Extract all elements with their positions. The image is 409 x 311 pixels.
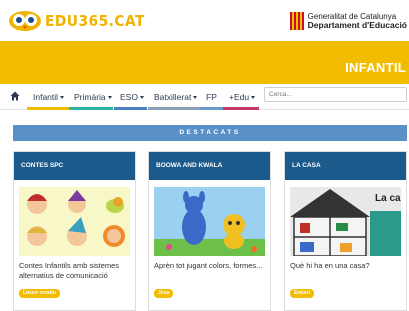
card-description: Contes Infantils amb sistemes alternatiu…: [19, 261, 120, 280]
logo-text: EDU365.CAT: [45, 12, 145, 30]
card-image-casa: La casa: [290, 187, 401, 256]
home-icon[interactable]: [10, 91, 20, 101]
card-description: Què hi ha en una casa?: [290, 261, 370, 270]
nav-item-primaria[interactable]: Primària: [69, 88, 113, 110]
card-boowa-kwala[interactable]: BOOWA AND KWALA Aprèn tot jugant colors,…: [148, 151, 271, 311]
chevron-down-icon: [193, 96, 198, 100]
top-bar: EDU365.CAT Generalitat de Catalunya Depa…: [0, 0, 409, 41]
nav-label-fp: FP: [206, 92, 217, 102]
nav-item-infantil[interactable]: Infantil: [27, 88, 69, 110]
card-title: BOOWA AND KWALA: [149, 152, 270, 180]
card-badge[interactable]: Joca: [154, 289, 174, 298]
chevron-down-icon: [251, 96, 256, 100]
edu365-logo[interactable]: EDU365.CAT: [8, 10, 154, 32]
card-image-boowa: [154, 187, 265, 256]
chevron-down-icon: [60, 96, 65, 100]
card-image-contes: [19, 187, 130, 256]
destacats-header: DESTACATS: [13, 125, 407, 141]
nav-label-eso: ESO: [120, 92, 138, 102]
owl-logo-icon: [9, 11, 41, 31]
card-title: LA CASA: [285, 152, 406, 180]
gencat-flag-icon: [289, 12, 304, 30]
nav-label-primaria: Primària: [74, 92, 106, 102]
nav-label-batxillerat: Batxillerat: [154, 92, 192, 102]
page: EDU365.CAT Generalitat de Catalunya Depa…: [0, 0, 409, 311]
nav-item-fp[interactable]: FP: [199, 88, 223, 110]
card-title: CONTES SPC: [14, 152, 135, 180]
gencat-logo[interactable]: Generalitat de Catalunya Departament d'E…: [289, 12, 407, 30]
gencat-line2: Departament d'Educació: [307, 20, 407, 30]
search-input[interactable]: [264, 87, 407, 102]
chevron-down-icon: [107, 96, 112, 100]
card-image-caption: La casa: [375, 193, 401, 204]
nav-label-infantil: Infantil: [33, 92, 59, 102]
card-la-casa[interactable]: LA CASA La casa Què hi ha en una casa? E…: [284, 151, 407, 311]
card-badge[interactable]: Lleure creatiu: [19, 289, 60, 298]
card-contes-spc[interactable]: CONTES SPC Contes Infantils amb sistemes…: [13, 151, 136, 311]
nav-item-edu[interactable]: +Edu: [223, 88, 259, 110]
chevron-down-icon: [139, 96, 144, 100]
nav-label-edu: +Edu: [229, 92, 250, 102]
card-badge[interactable]: Entorn: [290, 289, 315, 298]
card-description: Aprèn tot jugant colors, formes...: [154, 261, 263, 270]
section-title: INFANTIL: [345, 60, 406, 75]
nav-item-eso[interactable]: ESO: [114, 88, 147, 110]
nav-item-batxillerat[interactable]: Batxillerat: [148, 88, 199, 110]
